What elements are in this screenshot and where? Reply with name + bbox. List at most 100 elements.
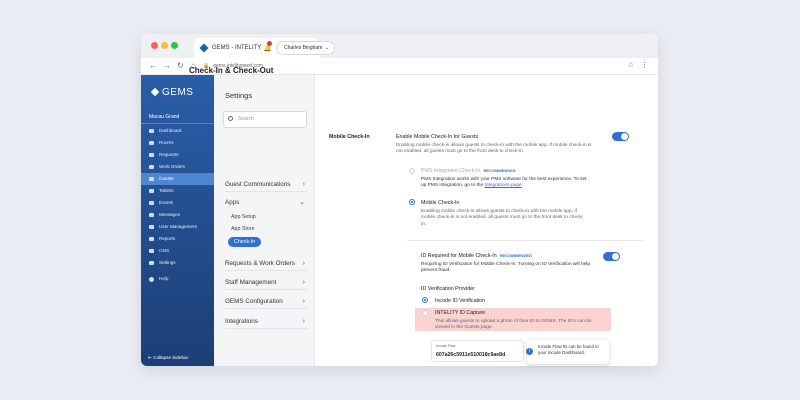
help-icon [149,276,154,282]
recommended-badge: RECOMMENDED [483,168,516,173]
sidebar-item-label: Help [159,276,169,281]
sidebar-item-settings[interactable]: Settings [141,257,214,269]
incode-flow-value: 607a26c5911e510018c9ae8d [436,352,506,358]
section-divider [407,240,643,241]
toggle-knob [621,133,628,140]
sidebar-item-messages[interactable]: Messages [141,209,214,221]
sidebar-menu: Dashboard Rooms Requests Work Orders Guests T… [141,125,214,285]
integrations-page-link[interactable]: Integrations page [484,183,521,188]
chevron-down-icon: ⌄ [299,199,305,206]
chevron-right-icon: › [302,318,305,325]
intelity-id-capture-radio[interactable] [422,310,428,316]
main-sidebar: GEMS Macau Grand Dashboard Rooms Requests W… [141,75,214,366]
incode-flow-field[interactable]: Incode Flow 607a26c5911e510018c9ae8d [431,340,524,362]
clipboard-icon [149,165,154,169]
page-title: Check-In & Check-Out [189,66,274,75]
bell-icon [149,153,154,157]
browser-tabbar: GEMS - INTELITY [141,34,658,58]
sidebar-item-cms[interactable]: CMS [141,245,214,257]
chart-icon [149,237,154,241]
sidebar-item-requests[interactable]: Requests [141,149,214,161]
recommended-badge: RECOMMENDED [499,253,532,258]
dashboard-icon [149,129,154,133]
incode-flow-label: Incode Flow [436,344,456,348]
chevron-right-icon: › [302,298,305,305]
settings-search-input[interactable]: Search [223,111,307,128]
tab-title: GEMS - INTELITY [212,45,262,51]
sidebar-item-rooms[interactable]: Rooms [141,137,214,149]
notification-badge [267,41,272,46]
intelity-id-capture-desc: This allows guests to upload a photo of … [435,319,592,331]
sidebar-item-dashboard[interactable]: Dashboard [141,125,214,137]
sidebar-item-label: Reports [159,236,176,241]
mobile-checkin-radio[interactable] [409,199,415,205]
chevron-down-icon: ⌄ [324,45,329,51]
nav-requests-work-orders[interactable]: Requests & Work Orders › [225,257,307,271]
collapse-sidebar-button[interactable]: ⇤ Collapse Sidebar [148,355,188,361]
sidebar-item-user-management[interactable]: User Management [141,221,214,233]
nav-app-setup[interactable]: App Setup [231,214,256,220]
nav-staff-management[interactable]: Staff Management › [225,276,307,290]
incode-flow-tooltip: i Incode Flow ID can be found in your In… [526,340,609,364]
maximize-window-button[interactable] [171,42,178,49]
id-required-toggle[interactable] [603,252,620,261]
bookmark-star-icon[interactable]: ☆ [628,61,634,69]
close-window-button[interactable] [151,42,158,49]
property-name: Macau Grand [149,114,180,120]
toggle-knob [612,253,619,260]
mobile-checkin-desc: Enabling mobile check-in allows guests t… [421,209,584,227]
pms-checkin-radio[interactable] [409,168,415,174]
sidebar-item-label: Requests [159,152,179,157]
nav-app-store[interactable]: App Store [231,226,255,232]
nav-integrations[interactable]: Integrations › [225,315,307,329]
notifications-bell-icon[interactable]: 🔔 [263,41,272,52]
section-label-mobile-check-in: Mobile Check-In [329,134,370,140]
nav-gems-configuration[interactable]: GEMS Configuration › [225,295,307,309]
sidebar-item-reports[interactable]: Reports [141,233,214,245]
enable-mobile-checkin-desc: Enabling mobile check-in allows guests t… [396,143,592,155]
sidebar-item-label: Tablets [159,188,174,193]
browser-menu-icon[interactable]: ⋮ [641,61,648,69]
edit-icon [149,249,154,253]
user-gear-icon [149,225,154,229]
incode-radio[interactable] [422,297,428,303]
users-icon [149,177,154,181]
sidebar-item-label: Messages [159,212,180,217]
settings-title: Settings [225,91,253,100]
calendar-icon [149,201,154,205]
reload-icon[interactable]: ↻ [177,61,184,71]
sidebar-item-label: Settings [159,260,176,265]
nav-apps[interactable]: Apps ⌄ [225,196,307,210]
mobile-checkin-option: Mobile Check-In [421,200,460,206]
pms-checkin-desc: PMS Integration works with your PMS soft… [421,177,587,189]
sidebar-item-label: Dashboard [159,128,182,133]
forward-icon[interactable]: → [163,61,171,71]
nav-check-in[interactable]: Check-In [228,237,262,247]
sidebar-item-label: Rooms [159,140,174,145]
info-icon: i [526,348,533,355]
sidebar-item-guests[interactable]: Guests [141,173,214,185]
sidebar-item-label: User Management [159,224,197,229]
sidebar-item-work-orders[interactable]: Work Orders [141,161,214,173]
minimize-window-button[interactable] [161,42,168,49]
sidebar-item-label: Work Orders [159,164,185,169]
sidebar-item-label: Guests [159,176,174,181]
chevron-right-icon: › [302,260,305,267]
tooltip-text: Incode Flow ID can be found in your Inco… [538,344,599,355]
sidebar-item-events[interactable]: Events [141,197,214,209]
sidebar-item-help[interactable]: Help [141,273,214,285]
enable-mobile-checkin-title: Enable Mobile Check-In for Guests [396,134,479,140]
sidebar-item-tablets[interactable]: Tablets [141,185,214,197]
mail-icon [149,213,154,217]
gear-icon [149,261,154,265]
tablet-icon [149,189,154,193]
user-menu-button[interactable]: Charles Bingham ⌄ [276,41,335,55]
back-icon[interactable]: ← [149,61,157,71]
chevron-right-icon: › [302,181,305,188]
nav-guest-communications[interactable]: Guest Communications › [225,178,307,192]
gems-logo-icon [150,87,160,97]
intelity-id-capture-option: INTELITY ID Capture [435,310,486,316]
incode-option: Incode ID Verification [435,298,486,304]
enable-mobile-checkin-toggle[interactable] [612,132,629,141]
settings-nav: Settings Search Guest Communications › Ap… [214,75,315,366]
